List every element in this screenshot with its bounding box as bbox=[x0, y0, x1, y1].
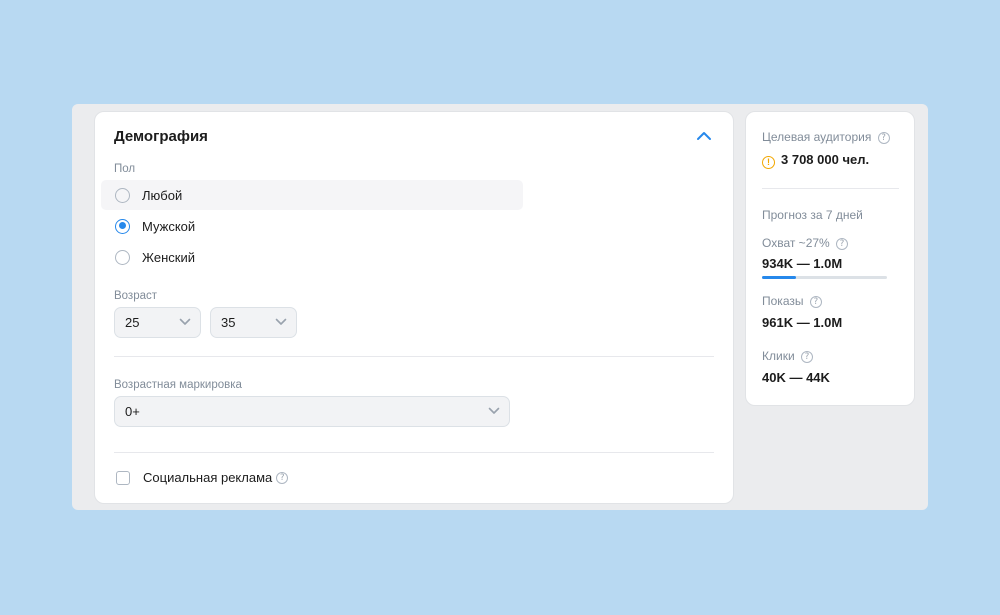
section-title: Демография bbox=[114, 128, 208, 145]
gender-option-female[interactable]: Женский bbox=[101, 242, 523, 272]
chevron-down-icon bbox=[275, 318, 287, 325]
chevron-up-icon bbox=[697, 132, 711, 140]
target-audience-row: Целевая аудитория ? bbox=[762, 130, 890, 144]
question-circle-icon[interactable]: ? bbox=[809, 295, 822, 308]
chevron-down-icon bbox=[179, 318, 191, 325]
age-from-select[interactable]: 25 bbox=[114, 307, 201, 338]
age-rating-select[interactable]: 0+ bbox=[114, 396, 510, 427]
age-to-value: 35 bbox=[221, 315, 236, 330]
gender-option-any[interactable]: Любой bbox=[101, 180, 523, 210]
reach-progress-fill bbox=[762, 276, 796, 279]
gender-option-label: Мужской bbox=[142, 218, 196, 234]
gender-option-label: Любой bbox=[142, 187, 183, 203]
reach-progress-bar bbox=[762, 276, 887, 279]
age-rating-value: 0+ bbox=[125, 404, 140, 419]
target-audience-value-row: ! 3 708 000 чел. bbox=[762, 152, 869, 169]
impressions-row: Показы ? bbox=[762, 294, 822, 308]
gender-option-label: Женский bbox=[142, 249, 195, 265]
age-from-value: 25 bbox=[125, 315, 140, 330]
age-label: Возраст bbox=[114, 290, 158, 302]
reach-label: Охват ~27% bbox=[762, 236, 830, 250]
reach-row: Охват ~27% ? bbox=[762, 236, 849, 250]
gender-label: Пол bbox=[114, 163, 136, 175]
target-audience-value: 3 708 000 чел. bbox=[781, 152, 870, 167]
divider bbox=[114, 356, 714, 357]
social-ad-option[interactable]: Социальная реклама ? bbox=[116, 470, 289, 485]
chevron-down-icon bbox=[488, 407, 500, 414]
reach-value: 934K — 1.0M bbox=[762, 256, 843, 271]
radio-female[interactable] bbox=[115, 249, 130, 265]
audience-panel: Целевая аудитория ? ! 3 708 000 чел. Прог… bbox=[745, 111, 915, 406]
gender-option-male[interactable]: Мужской bbox=[101, 211, 523, 241]
question-circle-icon[interactable]: ? bbox=[877, 131, 890, 144]
question-circle-icon[interactable]: ? bbox=[276, 471, 289, 484]
impressions-label: Показы bbox=[762, 294, 804, 308]
question-circle-icon[interactable]: ? bbox=[836, 237, 849, 250]
warning-circle-icon: ! bbox=[762, 156, 775, 169]
radio-male[interactable] bbox=[115, 218, 130, 234]
impressions-value: 961K — 1.0M bbox=[762, 315, 843, 330]
divider bbox=[114, 452, 714, 453]
age-rating-label: Возрастная маркировка bbox=[114, 379, 242, 391]
demography-card: Демография Пол Любой Мужской Женский Воз… bbox=[94, 111, 734, 504]
question-circle-icon[interactable]: ? bbox=[801, 350, 813, 363]
social-ad-label: Социальная реклама bbox=[143, 470, 273, 485]
radio-any[interactable] bbox=[115, 187, 130, 203]
clicks-value: 40K — 44K bbox=[762, 370, 830, 385]
target-audience-label: Целевая аудитория bbox=[762, 130, 872, 144]
collapse-button[interactable] bbox=[695, 128, 713, 144]
social-ad-checkbox[interactable] bbox=[116, 470, 130, 485]
forecast-title: Прогноз за 7 дней bbox=[762, 208, 863, 222]
clicks-label: Клики bbox=[762, 349, 795, 363]
clicks-row: Клики ? bbox=[762, 349, 813, 363]
age-to-select[interactable]: 35 bbox=[210, 307, 297, 338]
divider bbox=[762, 188, 899, 189]
